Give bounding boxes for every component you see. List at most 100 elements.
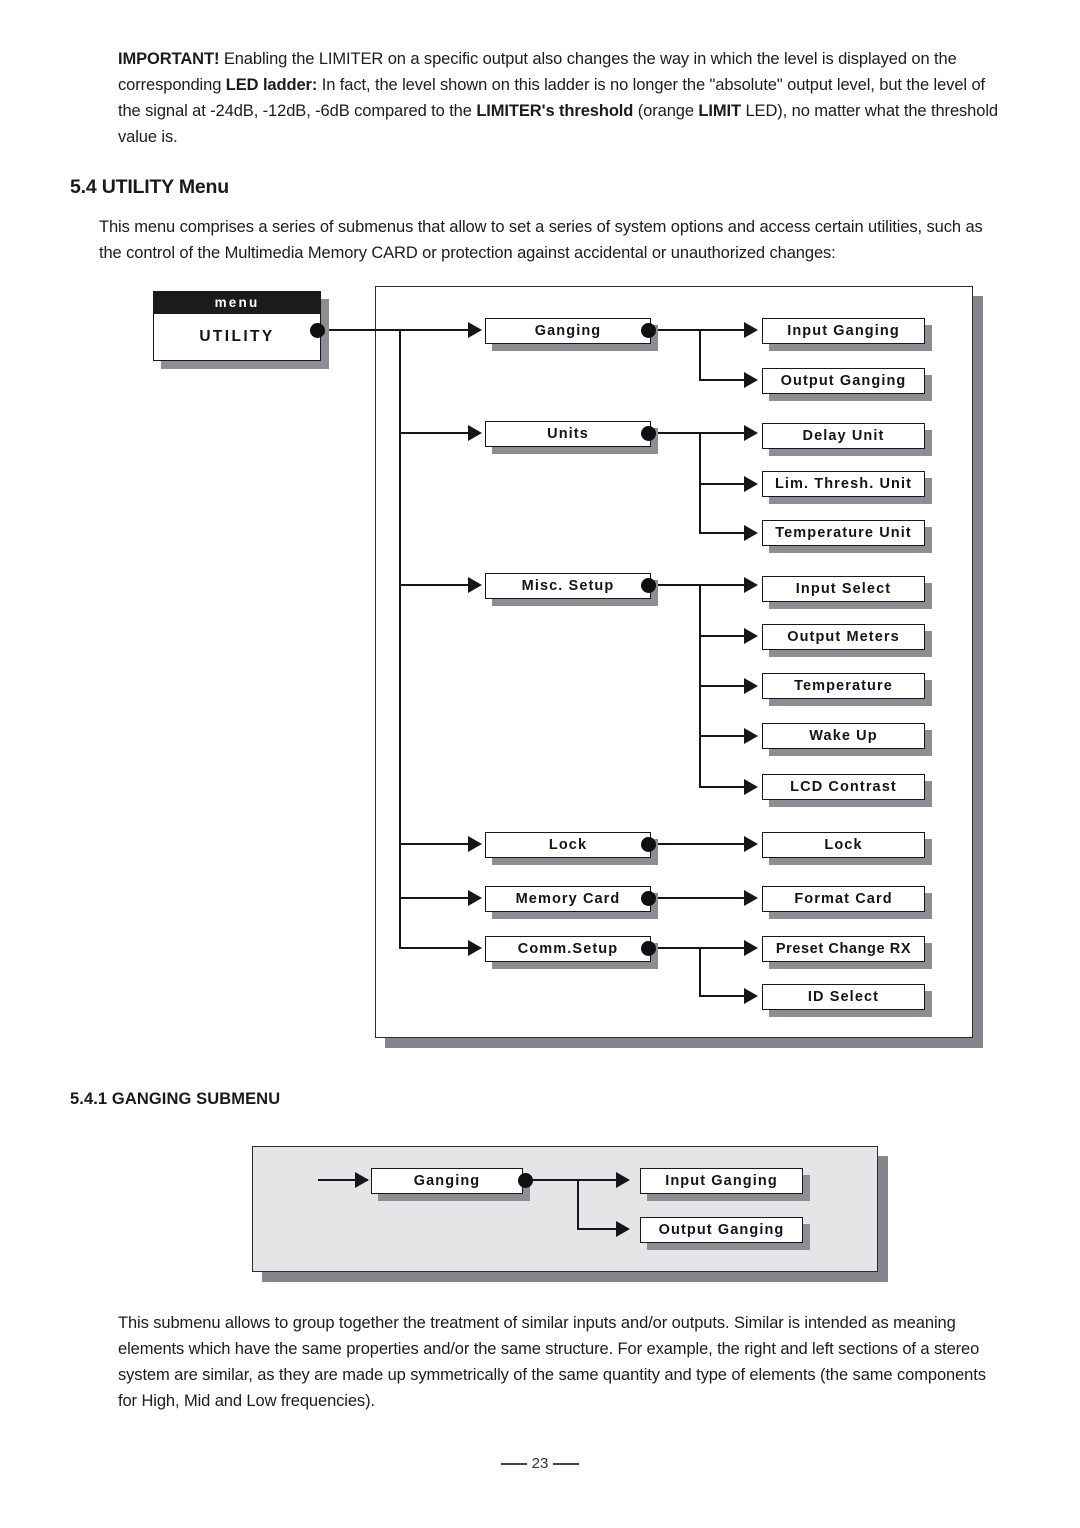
branch-line-ganging: [399, 329, 471, 331]
leaf-line-format-card: [649, 897, 747, 899]
node-misc-setup[interactable]: Misc. Setup: [485, 573, 651, 599]
section-heading: 5.4 UTILITY Menu: [70, 176, 229, 198]
subtrunk-vertical-ganging: [699, 329, 701, 380]
ganging-parent-connector-dot: [518, 1173, 533, 1188]
branch-line-lock: [399, 843, 471, 845]
arrow-to-units: [468, 425, 482, 441]
subtrunk-vertical-comm-setup: [699, 947, 701, 996]
node-ganging[interactable]: Ganging: [485, 318, 651, 344]
arrow-to-id-select: [744, 988, 758, 1004]
important-bold-2: LIMITER's threshold: [476, 102, 634, 120]
utility-root-block[interactable]: menu UTILITY: [153, 291, 321, 361]
footer-dash-right: [553, 1463, 580, 1465]
utility-menu-header: menu: [153, 291, 321, 314]
arrow-to-lock-child: [744, 836, 758, 852]
node-output-ganging-2[interactable]: Output Ganging: [640, 1217, 803, 1243]
leaf-line-input-select: [699, 584, 747, 586]
utility-root-connector-dot: [310, 323, 325, 338]
node-id-select[interactable]: ID Select: [762, 984, 925, 1010]
leaf-line-preset-change-rx: [699, 947, 747, 949]
arrow-to-input-select: [744, 577, 758, 593]
root-stem-line: [318, 329, 400, 331]
node-memory-card[interactable]: Memory Card: [485, 886, 651, 912]
leaf-line-temperature-unit: [699, 532, 747, 534]
lock-connector-dot: [641, 837, 656, 852]
arrow-to-format-card: [744, 890, 758, 906]
branch-line-misc-setup: [399, 584, 471, 586]
leaf-line-lock-child: [649, 843, 747, 845]
node-temperature-unit[interactable]: Temperature Unit: [762, 520, 925, 546]
trunk-vertical-line: [399, 329, 401, 949]
branch-line-comm-setup: [399, 947, 471, 949]
important-lead: IMPORTANT!: [118, 50, 220, 68]
arrow-to-delay-unit: [744, 425, 758, 441]
important-bold-3: LIMIT: [698, 102, 741, 120]
ganging-connector-dot: [641, 323, 656, 338]
node-lock[interactable]: Lock: [485, 832, 651, 858]
arrow-to-misc-setup: [468, 577, 482, 593]
arrow-to-preset-change-rx: [744, 940, 758, 956]
arrow-to-lim-thresh-unit: [744, 476, 758, 492]
node-wake-up[interactable]: Wake Up: [762, 723, 925, 749]
important-note-paragraph: IMPORTANT! Enabling the LIMITER on a spe…: [118, 46, 1004, 150]
node-lcd-contrast[interactable]: LCD Contrast: [762, 774, 925, 800]
ganging-diagram-panel: [252, 1146, 878, 1272]
arrow-to-wake-up: [744, 728, 758, 744]
memory-card-connector-dot: [641, 891, 656, 906]
ganging-subtrunk-vertical: [577, 1179, 579, 1229]
ganging-subtrunk-line: [526, 1179, 578, 1181]
branch-line-memory-card: [399, 897, 471, 899]
arrow-to-temperature-unit: [744, 525, 758, 541]
leaf-line-input-ganging-2: [577, 1179, 619, 1181]
leaf-line-output-ganging-2: [577, 1228, 619, 1230]
leaf-line-input-ganging: [699, 329, 747, 331]
important-text-3: (orange: [633, 102, 699, 120]
arrow-to-output-meters: [744, 628, 758, 644]
footer-dash-left: [500, 1463, 527, 1465]
arrow-to-input-ganging-2: [616, 1172, 630, 1188]
utility-root-label: UTILITY: [153, 314, 321, 361]
arrow-to-output-ganging: [744, 372, 758, 388]
misc-setup-connector-dot: [641, 578, 656, 593]
leaf-line-id-select: [699, 995, 747, 997]
leaf-line-output-ganging: [699, 379, 747, 381]
node-format-card[interactable]: Format Card: [762, 886, 925, 912]
node-output-meters[interactable]: Output Meters: [762, 624, 925, 650]
node-delay-unit[interactable]: Delay Unit: [762, 423, 925, 449]
leaf-line-delay-unit: [699, 432, 747, 434]
node-input-select[interactable]: Input Select: [762, 576, 925, 602]
arrow-to-lcd-contrast: [744, 779, 758, 795]
arrow-to-output-ganging-2: [616, 1221, 630, 1237]
arrow-to-comm-setup: [468, 940, 482, 956]
node-input-ganging[interactable]: Input Ganging: [762, 318, 925, 344]
branch-line-units: [399, 432, 471, 434]
node-units[interactable]: Units: [485, 421, 651, 447]
units-connector-dot: [641, 426, 656, 441]
arrow-to-ganging: [468, 322, 482, 338]
node-ganging-parent[interactable]: Ganging: [371, 1168, 523, 1194]
subsection-heading: 5.4.1 GANGING SUBMENU: [70, 1090, 281, 1108]
node-output-ganging[interactable]: Output Ganging: [762, 368, 925, 394]
node-temperature[interactable]: Temperature: [762, 673, 925, 699]
leaf-line-wake-up: [699, 735, 747, 737]
page-number: 23: [531, 1455, 549, 1472]
leaf-line-output-meters: [699, 635, 747, 637]
page-footer: 23: [0, 1455, 1080, 1472]
node-lock-child[interactable]: Lock: [762, 832, 925, 858]
comm-setup-connector-dot: [641, 941, 656, 956]
leaf-line-lcd-contrast: [699, 786, 747, 788]
node-input-ganging-2[interactable]: Input Ganging: [640, 1168, 803, 1194]
arrow-to-temperature: [744, 678, 758, 694]
arrow-to-ganging-parent: [355, 1172, 369, 1188]
node-preset-change-rx[interactable]: Preset Change RX: [762, 936, 925, 962]
subsection-body-paragraph: This submenu allows to group together th…: [118, 1314, 986, 1410]
leaf-line-temperature: [699, 685, 747, 687]
arrow-to-input-ganging: [744, 322, 758, 338]
leaf-line-lim-thresh-unit: [699, 483, 747, 485]
node-comm-setup[interactable]: Comm.Setup: [485, 936, 651, 962]
section-intro-paragraph: This menu comprises a series of submenus…: [99, 218, 983, 262]
arrow-to-lock: [468, 836, 482, 852]
arrow-to-memory-card: [468, 890, 482, 906]
node-lim-thresh-unit[interactable]: Lim. Thresh. Unit: [762, 471, 925, 497]
important-bold-1: LED ladder:: [225, 76, 318, 94]
